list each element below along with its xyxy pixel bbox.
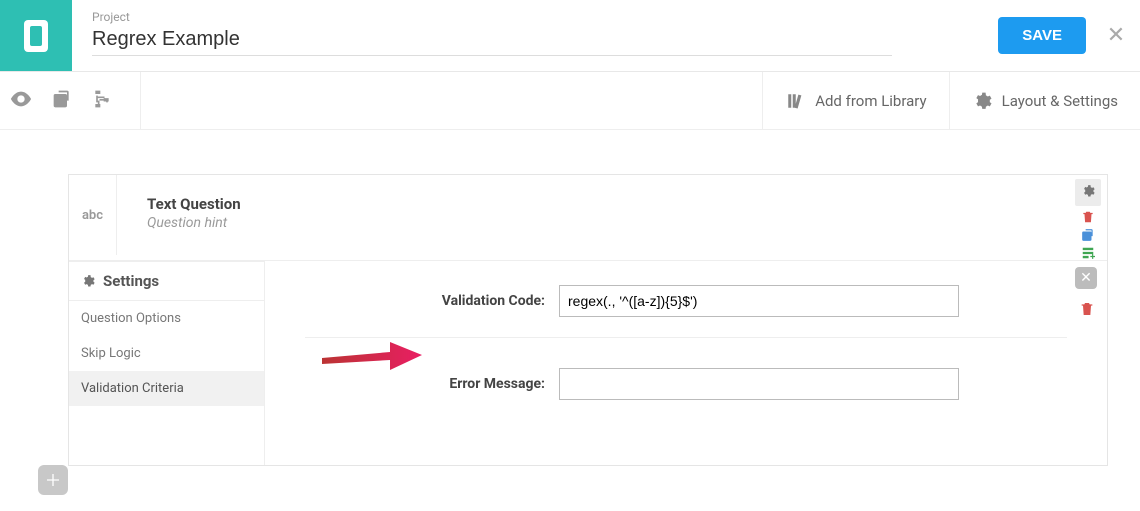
project-label: Project: [92, 10, 978, 24]
layout-settings-button[interactable]: Layout & Settings: [949, 72, 1140, 129]
validation-code-input[interactable]: [559, 285, 959, 317]
add-question-button[interactable]: [38, 465, 68, 495]
close-panel-button[interactable]: ✕: [1075, 267, 1097, 289]
plus-icon: [45, 472, 61, 488]
validation-code-label: Validation Code:: [305, 293, 545, 309]
divider: [305, 337, 1067, 338]
close-icon[interactable]: ✕: [1100, 23, 1132, 48]
save-button[interactable]: SAVE: [998, 17, 1086, 54]
gear-icon[interactable]: [1075, 179, 1101, 206]
library-icon: [785, 92, 805, 110]
gear-icon: [81, 274, 95, 288]
eye-icon[interactable]: [10, 91, 32, 111]
sidebar-item-question-options[interactable]: Question Options: [69, 301, 264, 336]
settings-heading: Settings: [69, 261, 264, 301]
trash-icon[interactable]: [1079, 210, 1097, 224]
trash-icon[interactable]: [1079, 301, 1095, 321]
gear-icon: [972, 91, 992, 111]
project-name-input[interactable]: [92, 24, 892, 56]
question-card: abc Text Question Question hint Settings: [68, 174, 1108, 466]
question-hint[interactable]: Question hint: [147, 215, 1075, 231]
question-type-badge: abc: [69, 175, 117, 255]
question-title[interactable]: Text Question: [147, 195, 1075, 213]
sidebar-item-validation-criteria[interactable]: Validation Criteria: [69, 371, 264, 406]
flow-icon[interactable]: [92, 89, 112, 113]
copy-icon[interactable]: [52, 89, 72, 113]
app-logo[interactable]: [0, 0, 72, 71]
layout-settings-label: Layout & Settings: [1002, 92, 1118, 110]
duplicate-icon[interactable]: [1079, 228, 1097, 242]
error-message-input[interactable]: [559, 368, 959, 400]
settings-heading-text: Settings: [103, 272, 159, 290]
sidebar-item-skip-logic[interactable]: Skip Logic: [69, 336, 264, 371]
logo-icon: [24, 20, 48, 52]
add-from-library-label: Add from Library: [815, 92, 926, 110]
add-row-icon[interactable]: [1079, 246, 1097, 260]
error-message-label: Error Message:: [305, 376, 545, 392]
add-from-library-button[interactable]: Add from Library: [762, 72, 948, 129]
